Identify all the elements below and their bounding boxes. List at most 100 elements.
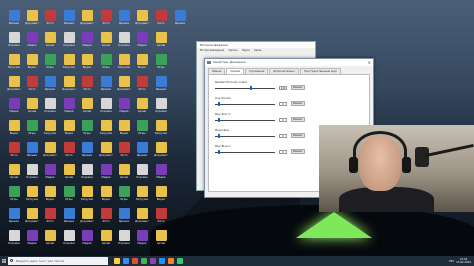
- level-value-field[interactable]: 0: [279, 134, 287, 138]
- recycle-bin-icon: [8, 230, 20, 241]
- app-icon: [118, 208, 130, 219]
- folder-icon: [100, 186, 112, 197]
- folder-icon: [44, 230, 56, 241]
- desktop-icon[interactable]: Архив: [150, 30, 172, 54]
- app-icon: [136, 230, 148, 241]
- slider-track: [215, 88, 275, 89]
- folder-icon: [26, 10, 38, 21]
- pinned-app-icon[interactable]: [132, 258, 138, 264]
- app-icon: [44, 54, 56, 65]
- pinned-app-icon[interactable]: [168, 258, 174, 264]
- level-slider[interactable]: 0 Баланс: [215, 149, 305, 154]
- desktop-icon[interactable]: Загрузки: [150, 118, 172, 142]
- desktop-wallpaper: Ярлыки Корзина Загрузки Документ Медиа Видео Ф…: [0, 0, 474, 256]
- pinned-app-icon[interactable]: [141, 258, 147, 264]
- slider-thumb[interactable]: [217, 118, 220, 122]
- folder-icon: [8, 120, 20, 131]
- slider-track: [215, 152, 275, 153]
- level-slider[interactable]: 0 Баланс: [215, 133, 305, 138]
- desktop-icon[interactable]: Архив: [150, 228, 172, 252]
- app-icon: [136, 142, 148, 153]
- folder-icon: [155, 142, 167, 153]
- pinned-apps: [114, 258, 183, 264]
- level-value-field[interactable]: 0: [279, 102, 287, 106]
- pinned-app-icon[interactable]: [177, 258, 183, 264]
- app-icon: [44, 164, 56, 175]
- balance-button[interactable]: Баланс: [291, 117, 305, 122]
- taskbar: ⊞ Введите здесь текст для поиска РУС 15:…: [0, 256, 474, 266]
- close-icon[interactable]: ×: [368, 59, 371, 66]
- level-label: Rear Blue In: [215, 145, 231, 148]
- glowing-tent: [296, 212, 372, 238]
- properties-tabs: Общие Уровни Улучшения Дополнительно Простра…: [205, 66, 373, 74]
- sound-tab[interactable]: Запись: [228, 49, 238, 52]
- folder-icon: [118, 164, 130, 175]
- folder-icon: [81, 98, 93, 109]
- start-button[interactable]: ⊞: [0, 256, 8, 266]
- app-icon: [81, 32, 93, 43]
- desktop-icon-label: Медиа: [156, 176, 166, 179]
- desktop-icon[interactable]: Фото: [150, 206, 172, 230]
- folder-icon: [44, 32, 56, 43]
- desktop-icon[interactable]: Игры: [150, 52, 172, 76]
- pinned-app-icon[interactable]: [159, 258, 165, 264]
- sound-window-tabs: Воспроизведение Запись Звуки Связь: [197, 48, 315, 53]
- sound-tab[interactable]: Связь: [254, 49, 262, 52]
- slider-thumb[interactable]: [217, 150, 220, 154]
- recycle-bin-icon: [118, 32, 130, 43]
- balance-button[interactable]: Баланс: [291, 85, 305, 90]
- folder-icon: [100, 230, 112, 241]
- pinned-app-icon[interactable]: [114, 258, 120, 264]
- desktop-icon[interactable]: Ярлыки: [150, 74, 172, 98]
- app-icon: [81, 120, 93, 131]
- folder-icon: [8, 164, 20, 175]
- app-icon: [26, 32, 38, 43]
- taskbar-search[interactable]: Введите здесь текст для поиска: [8, 257, 108, 265]
- app-icon: [63, 10, 75, 21]
- folder-icon: [136, 98, 148, 109]
- level-value-field[interactable]: 0: [279, 118, 287, 122]
- folder-icon: [118, 54, 130, 65]
- slider-thumb[interactable]: [249, 86, 252, 90]
- folder-icon: [100, 120, 112, 131]
- recycle-bin-icon: [63, 230, 75, 241]
- language-indicator[interactable]: РУС: [449, 260, 454, 263]
- app-icon: [63, 98, 75, 109]
- balance-button[interactable]: Баланс: [291, 133, 305, 138]
- app-icon: [8, 10, 20, 21]
- pinned-app-icon[interactable]: [123, 258, 129, 264]
- desktop-icon[interactable]: Видео: [150, 184, 172, 208]
- desktop-icon-label: Архив: [156, 242, 166, 245]
- app-icon: [155, 10, 167, 21]
- folder-icon: [118, 120, 130, 131]
- level-value-field[interactable]: 100: [279, 86, 287, 90]
- sound-tab[interactable]: Воспроизведение: [200, 49, 224, 52]
- headset-band: [353, 131, 407, 171]
- level-slider[interactable]: 100 Баланс: [215, 85, 305, 90]
- microphone-arm: [425, 143, 474, 158]
- search-icon: [10, 259, 13, 262]
- clock[interactable]: 15:02 13.02.2022: [456, 258, 471, 264]
- folder-icon: [81, 10, 93, 21]
- balance-button[interactable]: Баланс: [291, 149, 305, 154]
- app-icon: [81, 76, 93, 87]
- desktop-icon[interactable]: Документ: [150, 140, 172, 164]
- desktop-icon[interactable]: Медиа: [150, 162, 172, 186]
- desktop-icon[interactable]: Ярлыки: [169, 8, 191, 32]
- microphone: [415, 147, 429, 167]
- desktop-icon-label: Ярлыки: [155, 88, 167, 91]
- sound-tab[interactable]: Звуки: [242, 49, 250, 52]
- pinned-app-icon[interactable]: [150, 258, 156, 264]
- desktop-icon[interactable]: Корзина: [150, 96, 172, 120]
- app-icon: [155, 54, 167, 65]
- level-slider[interactable]: 0 Баланс: [215, 101, 305, 106]
- slider-thumb[interactable]: [217, 134, 220, 138]
- level-value-field[interactable]: 0: [279, 150, 287, 154]
- slider-thumb[interactable]: [217, 102, 220, 106]
- balance-button[interactable]: Баланс: [291, 101, 305, 106]
- level-slider[interactable]: 0 Баланс: [215, 117, 305, 122]
- app-icon: [100, 164, 112, 175]
- folder-icon: [136, 208, 148, 219]
- recycle-bin-icon: [8, 32, 20, 43]
- app-icon: [136, 76, 148, 87]
